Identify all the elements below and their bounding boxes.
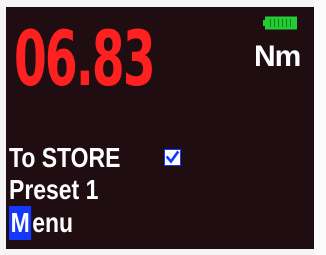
unit-label: Nm <box>254 40 301 73</box>
device-frame: 06.83 Nm To STORE Preset 1 Menu <box>0 0 326 255</box>
menu-item[interactable]: Menu <box>9 206 73 240</box>
preset-label: Preset 1 <box>9 174 99 205</box>
store-option[interactable]: To STORE <box>9 141 120 175</box>
store-checkbox-icon[interactable] <box>164 149 181 166</box>
store-label: To STORE <box>9 142 121 173</box>
edge-strip <box>314 0 326 255</box>
lcd-screen: 06.83 Nm To STORE Preset 1 Menu <box>6 7 314 249</box>
battery-icon <box>263 16 297 30</box>
menu-hotkey: M <box>9 206 32 240</box>
menu-label: enu <box>32 207 74 238</box>
torque-reading: 06.83 <box>14 14 156 103</box>
